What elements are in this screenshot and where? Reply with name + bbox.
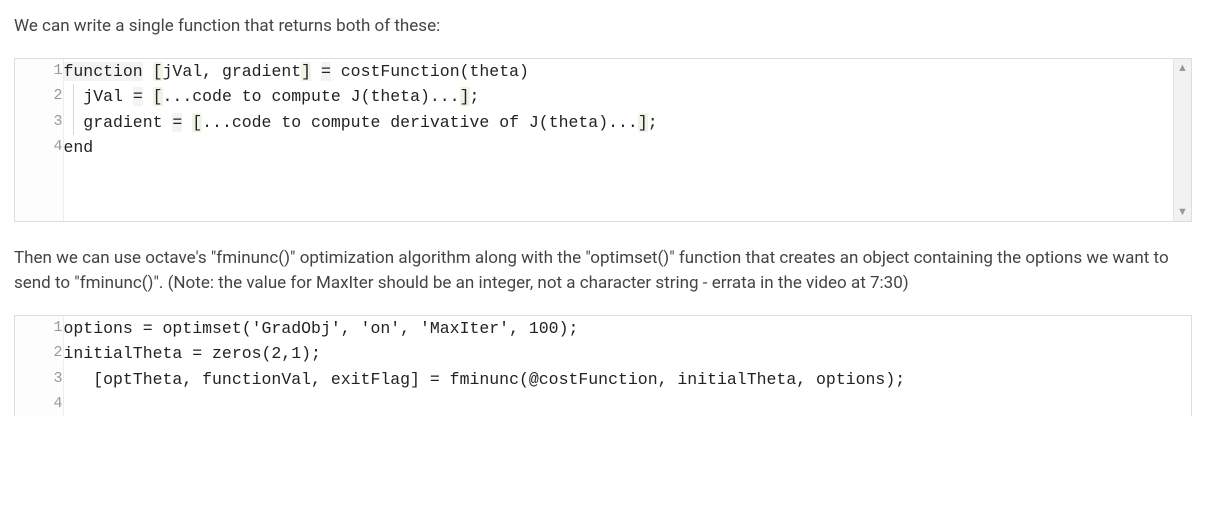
line-number: 4: [15, 392, 63, 415]
code-row: 4: [15, 392, 1191, 415]
scroll-down-icon[interactable]: ▼: [1174, 203, 1191, 221]
code-table-1: 1 function [jVal, gradient] = costFuncti…: [15, 59, 1191, 221]
code-row: 1 options = optimset('GradObj', 'on', 'M…: [15, 316, 1191, 342]
line-number: 2: [15, 84, 63, 110]
scrollbar-vertical[interactable]: ▲ ▼: [1173, 59, 1191, 221]
code-row: 3 [optTheta, functionVal, exitFlag] = fm…: [15, 367, 1191, 393]
line-number: 3: [15, 110, 63, 136]
intro-paragraph-2: Then we can use octave's "fminunc()" opt…: [14, 246, 1192, 297]
code-line: initialTheta = zeros(2,1);: [63, 341, 1191, 367]
line-number: 1: [15, 59, 63, 85]
line-number: 2: [15, 341, 63, 367]
code-row: 4 end: [15, 135, 1191, 161]
code-table-2: 1 options = optimset('GradObj', 'on', 'M…: [15, 316, 1191, 416]
code-line: [optTheta, functionVal, exitFlag] = fmin…: [63, 367, 1191, 393]
code-line: function [jVal, gradient] = costFunction…: [63, 59, 1191, 85]
code-line: end: [63, 135, 1191, 161]
intro-paragraph-1: We can write a single function that retu…: [14, 14, 1192, 40]
line-number: 1: [15, 316, 63, 342]
line-number: 4: [15, 135, 63, 161]
code-line: [63, 392, 1191, 415]
code-line: gradient = [...code to compute derivativ…: [63, 110, 1191, 136]
code-padding-row: [15, 161, 1191, 221]
scroll-up-icon[interactable]: ▲: [1174, 59, 1191, 77]
code-line: options = optimset('GradObj', 'on', 'Max…: [63, 316, 1191, 342]
code-line: jVal = [...code to compute J(theta)...];: [63, 84, 1191, 110]
code-row: 2 initialTheta = zeros(2,1);: [15, 341, 1191, 367]
code-row: 2 jVal = [...code to compute J(theta)...…: [15, 84, 1191, 110]
code-row: 1 function [jVal, gradient] = costFuncti…: [15, 59, 1191, 85]
code-row: 3 gradient = [...code to compute derivat…: [15, 110, 1191, 136]
code-block-1: 1 function [jVal, gradient] = costFuncti…: [14, 58, 1192, 222]
line-number: 3: [15, 367, 63, 393]
code-block-2: 1 options = optimset('GradObj', 'on', 'M…: [14, 315, 1192, 416]
